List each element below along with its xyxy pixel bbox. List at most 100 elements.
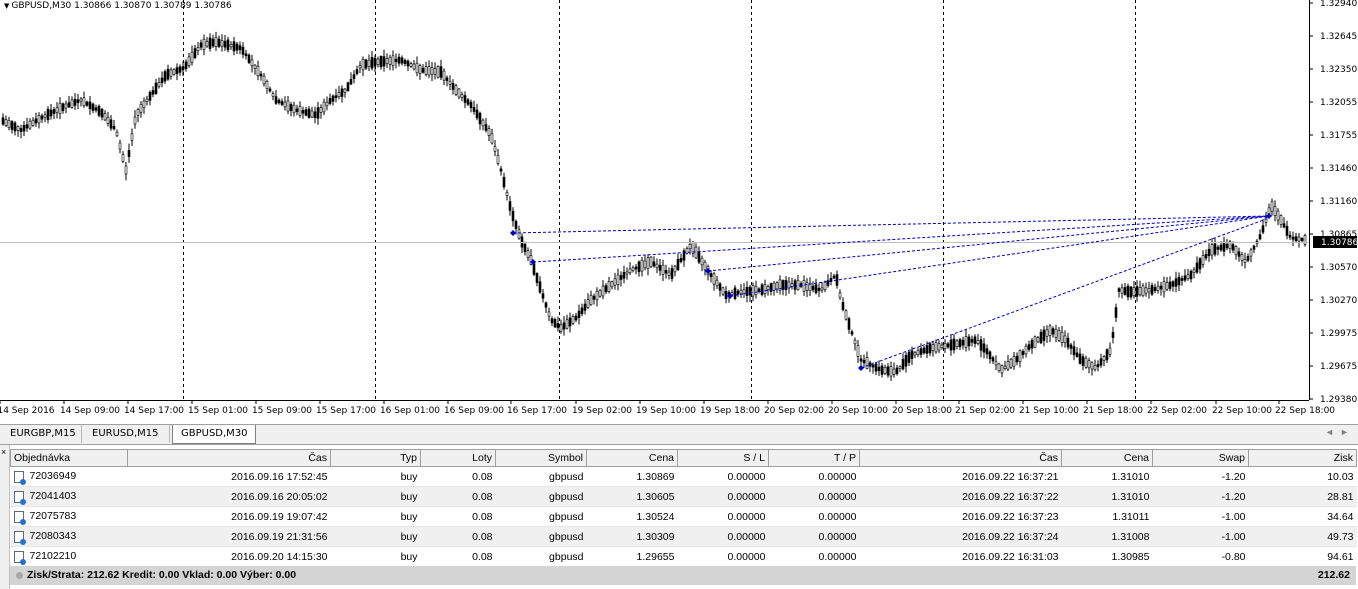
header-type[interactable]: Typ	[330, 449, 421, 467]
time-label: 16 Sep 17:00	[507, 406, 567, 416]
candle-body	[289, 104, 293, 111]
trade-line	[512, 215, 1270, 234]
candle-body	[109, 119, 113, 129]
candle-body	[409, 63, 413, 67]
header-lots[interactable]: Loty	[420, 449, 496, 467]
order-number: 72041403	[29, 490, 77, 503]
summary-bar: Zisk/Strata: 212.62 Kredit: 0.00 Vklad: …	[10, 566, 1356, 585]
candle-body	[91, 103, 95, 111]
candle-body	[1165, 282, 1169, 290]
time-label: 20 Sep 02:00	[764, 406, 824, 416]
candle-body	[544, 302, 548, 308]
candle-body	[994, 361, 998, 366]
candle-body	[172, 69, 176, 75]
candle-body	[694, 246, 698, 259]
candle-body	[295, 108, 299, 113]
candle-body	[688, 243, 692, 250]
close-icon[interactable]: ×	[1, 447, 6, 457]
candle-body	[1237, 251, 1241, 257]
cell-symbol: gbpusd	[495, 546, 587, 567]
header-symbol[interactable]: Symbol	[495, 449, 587, 467]
cell-sl: 0.00000	[677, 486, 769, 507]
candle-body	[1219, 244, 1223, 251]
candle-body	[1117, 288, 1121, 292]
candle-body	[805, 282, 809, 291]
table-row[interactable]: 72080343 2016.09.19 21:31:56 buy 0.08 gbpusd…	[10, 526, 1357, 547]
time-label: 19 Sep 10:00	[636, 406, 696, 416]
cell-swap: -1.00	[1152, 526, 1249, 547]
candle-body	[10, 121, 14, 130]
candle-body	[190, 51, 194, 63]
candle-body	[499, 168, 503, 172]
candle-body	[397, 56, 401, 64]
summary-total-profit: 212.62	[1317, 569, 1350, 581]
header-swap[interactable]: Swap	[1152, 449, 1249, 467]
time-label: 19 Sep 18:00	[700, 406, 760, 416]
candle-body	[961, 339, 965, 346]
cell-profit: 28.81	[1248, 486, 1357, 507]
candle-body	[496, 155, 500, 164]
tab-scroll-right-icon[interactable]: ►	[1340, 427, 1349, 437]
table-row[interactable]: 72102210 2016.09.20 14:15:30 buy 0.08 gbpusd…	[10, 546, 1357, 567]
cell-type: buy	[330, 526, 421, 547]
candle-body	[352, 74, 356, 79]
candle-body	[865, 357, 869, 369]
candle-body	[802, 280, 806, 292]
candle-body	[370, 57, 374, 69]
header-close-price[interactable]: Cena	[1061, 449, 1153, 467]
header-close-time[interactable]: Čas	[859, 449, 1062, 467]
candle-body	[154, 82, 158, 94]
chart-canvas[interactable]: 1.32940 1.32645 1.32350 1.32055 1.31755 1.314…	[0, 0, 1358, 424]
table-row[interactable]: 72041403 2016.09.16 20:05:02 buy 0.08 gbpusd…	[10, 486, 1357, 507]
candle-body	[1171, 281, 1175, 287]
candle-body	[1081, 356, 1085, 366]
candle-body	[559, 324, 563, 332]
candle-body	[1144, 287, 1148, 294]
header-tp[interactable]: T / P	[768, 449, 860, 467]
candle-body	[1189, 270, 1193, 280]
candle-body	[1039, 331, 1043, 344]
candle-body	[430, 67, 434, 75]
tab-gbpusd-m30[interactable]: GBPUSD,M30	[172, 425, 256, 444]
order-icon	[13, 490, 26, 505]
candle-body	[1000, 365, 1004, 374]
candle-body	[1291, 236, 1295, 240]
price-label: 1.29380	[1320, 395, 1357, 405]
candle-body	[238, 45, 242, 51]
candle-body	[859, 358, 863, 362]
cell-close-time: 2016.09.22 16:37:21	[859, 466, 1062, 487]
header-profit[interactable]: Zisk	[1248, 449, 1357, 467]
candle-body	[508, 201, 512, 211]
cell-type: buy	[330, 466, 421, 487]
price-chart[interactable]: 1.32940 1.32645 1.32350 1.32055 1.31755 1.314…	[0, 0, 1358, 424]
table-row[interactable]: 72075783 2016.09.19 19:07:42 buy 0.08 gbpusd…	[10, 506, 1357, 527]
candle-body	[895, 367, 899, 375]
cell-profit: 94.61	[1248, 546, 1357, 567]
candle-body	[103, 113, 107, 121]
tab-eurusd-m15[interactable]: EURUSD,M15	[84, 425, 170, 443]
candle-body	[547, 311, 551, 317]
header-open-time[interactable]: Čas	[127, 449, 331, 467]
terminal-side-strip: ×	[0, 445, 10, 589]
candle-body	[1, 117, 5, 125]
candle-body	[412, 63, 416, 70]
chart-tabs-bar: EURGBP,M15 EURUSD,M15 GBPUSD,M30 ◄ ►	[0, 424, 1358, 445]
candle-body	[628, 268, 632, 273]
candle-body	[1030, 340, 1034, 349]
collapse-triangle-icon[interactable]: ▼	[4, 2, 9, 10]
cell-lots: 0.08	[420, 526, 496, 547]
header-open-price[interactable]: Cena	[586, 449, 678, 467]
candle-body	[250, 59, 254, 67]
header-sl[interactable]: S / L	[677, 449, 769, 467]
tab-eurgbp-m15[interactable]: EURGBP,M15	[2, 425, 82, 443]
table-row[interactable]: 72036949 2016.09.16 17:52:45 buy 0.08 gbpusd…	[10, 466, 1357, 487]
price-label: 1.32940	[1320, 0, 1357, 9]
candle-body	[907, 351, 911, 363]
header-order[interactable]: Objednávka	[10, 449, 128, 467]
candle-body	[1027, 344, 1031, 350]
candle-body	[97, 105, 101, 116]
tab-scroll-left-icon[interactable]: ◄	[1325, 427, 1334, 437]
time-label: 20 Sep 18:00	[892, 406, 952, 416]
candle-body	[157, 82, 161, 87]
candle-body	[1120, 287, 1124, 294]
